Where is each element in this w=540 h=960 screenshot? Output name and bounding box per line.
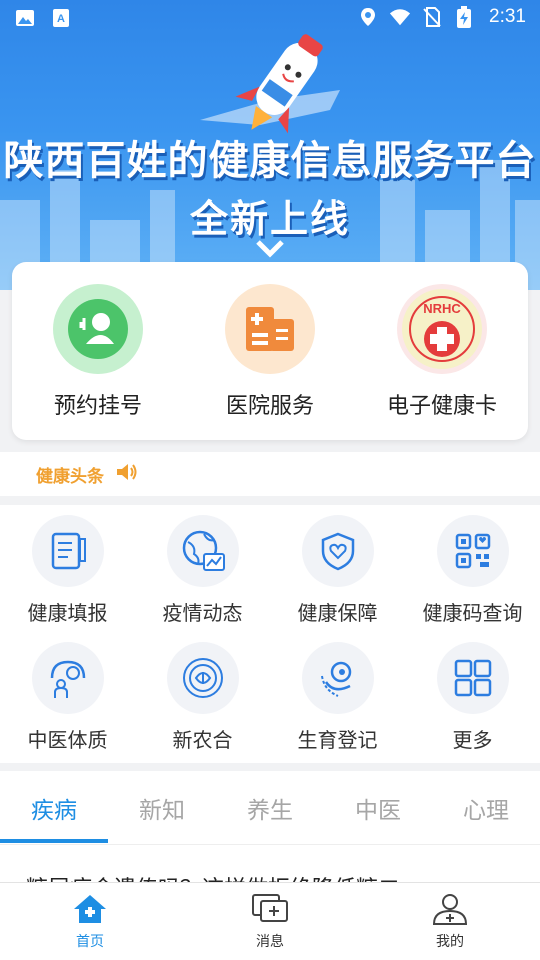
tcm-icon	[31, 642, 104, 714]
nav-label: 我的	[436, 934, 464, 950]
tab-disease[interactable]: 疾病	[0, 791, 108, 825]
grid-label: 健康填报	[27, 601, 108, 625]
grid-label: 健康码查询	[422, 601, 523, 625]
svg-text:A: A	[57, 13, 65, 25]
grid-label: 更多	[452, 728, 493, 752]
form-icon	[31, 515, 104, 587]
location-icon	[357, 6, 379, 28]
grid-label: 生育登记	[297, 728, 378, 752]
service-label: 医院服务	[225, 394, 314, 419]
grid-item-birth-registration[interactable]: 生育登记	[270, 642, 405, 753]
tab-psychology[interactable]: 心理	[432, 791, 540, 825]
speaker-icon	[116, 462, 138, 486]
headline-label: 健康头条	[36, 467, 104, 487]
font-icon: A	[50, 7, 72, 29]
grid-item-rural-coop[interactable]: 新农合	[135, 642, 270, 753]
grid-label: 中医体质	[27, 728, 108, 752]
birth-icon	[301, 642, 374, 714]
profile-icon	[432, 894, 468, 925]
service-label: 预约挂号	[53, 394, 142, 419]
battery-charging-icon	[453, 6, 475, 28]
rocket-mascot-graphic	[200, 34, 340, 134]
grid-label: 新农合	[172, 728, 233, 752]
category-tabs: 疾病 新知 养生 中医 心理	[0, 771, 540, 845]
tab-tcm[interactable]: 中医	[324, 791, 432, 825]
service-health-card[interactable]: NRHC 电子健康卡	[356, 284, 528, 420]
service-hospital[interactable]: 医院服务	[184, 284, 356, 420]
shield-heart-icon	[301, 515, 374, 587]
service-label: 电子健康卡	[386, 394, 497, 419]
grid-item-more[interactable]: 更多	[405, 642, 540, 753]
grid-label: 疫情动态	[162, 601, 243, 625]
status-bar: A 2:31	[0, 0, 540, 36]
banner-subtitle: 全新上线	[189, 197, 350, 241]
service-grid: 健康填报 疫情动态 健康保障 健康码查询 中医体质 新农合 生育登记 更多	[0, 505, 540, 763]
more-grid-icon	[436, 642, 509, 714]
chevron-down-icon	[256, 240, 284, 258]
nav-label: 首页	[76, 934, 104, 950]
wifi-icon	[389, 6, 411, 28]
nav-messages[interactable]: 消息	[210, 893, 330, 951]
top-banner[interactable]: 陕西百姓的健康信息服务平台 全新上线	[0, 0, 540, 290]
qr-code-icon	[436, 515, 509, 587]
image-icon	[14, 7, 36, 29]
tab-new-knowledge[interactable]: 新知	[108, 791, 216, 825]
active-tab-indicator	[0, 839, 108, 843]
article-preview[interactable]: 糖尿病会遗传吗？这样做拒绝降低糖二	[0, 845, 540, 885]
grid-item-tcm[interactable]: 中医体质	[0, 642, 135, 753]
grid-item-health-security[interactable]: 健康保障	[270, 515, 405, 626]
hospital-icon	[225, 284, 315, 374]
message-icon	[252, 894, 288, 922]
health-headline-bar[interactable]: 健康头条	[0, 452, 540, 496]
nav-home[interactable]: 首页	[30, 893, 150, 951]
grid-label: 健康保障	[297, 601, 378, 625]
service-appointment[interactable]: 预约挂号	[12, 284, 184, 420]
status-time: 2:31	[489, 6, 526, 27]
banner-title: 陕西百姓的健康信息服务平台	[3, 138, 537, 184]
nav-profile[interactable]: 我的	[390, 893, 510, 951]
grid-item-epidemic[interactable]: 疫情动态	[135, 515, 270, 626]
svg-text:NRHC: NRHC	[423, 301, 461, 316]
doctor-icon	[53, 284, 143, 374]
tab-wellness[interactable]: 养生	[216, 791, 324, 825]
grid-item-health-code[interactable]: 健康码查询	[405, 515, 540, 626]
globe-icon	[166, 515, 239, 587]
insurance-emblem-icon	[166, 642, 239, 714]
nrhc-icon: NRHC	[397, 284, 487, 374]
main-services-card: 预约挂号 医院服务 NRHC 电子健康卡	[12, 262, 528, 440]
no-sim-icon	[421, 6, 443, 28]
grid-item-health-report[interactable]: 健康填报	[0, 515, 135, 626]
home-icon	[74, 895, 106, 923]
bottom-navigation: 首页 消息 我的	[0, 882, 540, 960]
nav-label: 消息	[256, 934, 284, 950]
